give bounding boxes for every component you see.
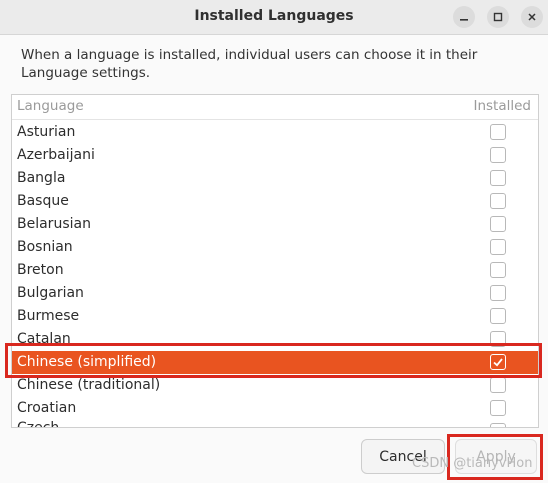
column-header-language[interactable]: Language xyxy=(17,98,84,114)
list-item[interactable]: Basque xyxy=(12,190,538,213)
close-button[interactable] xyxy=(521,6,543,28)
language-label: Czech xyxy=(17,420,60,428)
list-item[interactable]: Chinese (traditional) xyxy=(12,374,538,397)
installed-checkbox[interactable] xyxy=(490,400,506,416)
list-header: Language Installed xyxy=(12,95,538,120)
list-item[interactable]: Burmese xyxy=(12,305,538,328)
list-item[interactable]: Asturian xyxy=(12,121,538,144)
watermark: CSDN @tianyvHon xyxy=(412,456,533,471)
language-label: Belarusian xyxy=(17,216,91,232)
installed-checkbox[interactable] xyxy=(490,377,506,393)
list-item[interactable]: Bulgarian xyxy=(12,282,538,305)
installed-checkbox[interactable] xyxy=(490,331,506,347)
installed-checkbox[interactable] xyxy=(490,124,506,140)
language-label: Asturian xyxy=(17,124,76,140)
list-item[interactable]: Bosnian xyxy=(12,236,538,259)
list-item[interactable]: Belarusian xyxy=(12,213,538,236)
column-header-installed[interactable]: Installed xyxy=(473,98,531,114)
check-icon xyxy=(493,358,503,367)
installed-checkbox[interactable] xyxy=(490,193,506,209)
close-icon xyxy=(528,13,536,21)
installed-checkbox[interactable] xyxy=(490,239,506,255)
list-item[interactable]: Czech xyxy=(12,420,538,428)
installed-checkbox[interactable] xyxy=(490,354,506,370)
language-list[interactable]: Language Installed Asturian Azerbaijani Ba… xyxy=(11,94,539,428)
installed-checkbox[interactable] xyxy=(490,216,506,232)
title-bar: Installed Languages xyxy=(0,0,548,35)
installed-checkbox[interactable] xyxy=(490,308,506,324)
language-label: Basque xyxy=(17,193,69,209)
language-label: Bangla xyxy=(17,170,66,186)
language-label: Breton xyxy=(17,262,64,278)
maximize-button[interactable] xyxy=(487,6,509,28)
installed-checkbox[interactable] xyxy=(490,285,506,301)
list-item[interactable]: Bangla xyxy=(12,167,538,190)
language-label: Chinese (traditional) xyxy=(17,377,161,393)
list-item[interactable]: Catalan xyxy=(12,328,538,351)
language-label: Azerbaijani xyxy=(17,147,95,163)
list-item[interactable]: Breton xyxy=(12,259,538,282)
minimize-icon xyxy=(460,19,468,21)
language-rows: Asturian Azerbaijani Bangla Basque Belarusia… xyxy=(12,121,538,428)
installed-checkbox[interactable] xyxy=(490,170,506,186)
list-item[interactable]: Croatian xyxy=(12,397,538,420)
language-label: Bosnian xyxy=(17,239,73,255)
installed-checkbox[interactable] xyxy=(490,147,506,163)
language-label: Croatian xyxy=(17,400,77,416)
language-label: Bulgarian xyxy=(17,285,84,301)
minimize-button[interactable] xyxy=(453,6,475,28)
list-item[interactable]: Azerbaijani xyxy=(12,144,538,167)
language-label: Chinese (simplified) xyxy=(17,354,157,370)
maximize-icon xyxy=(493,12,503,22)
list-item[interactable]: Chinese (simplified) xyxy=(12,351,538,374)
description-text: When a language is installed, individual… xyxy=(21,47,478,81)
language-label: Burmese xyxy=(17,308,80,324)
language-label: Catalan xyxy=(17,331,71,347)
installed-checkbox[interactable] xyxy=(490,262,506,278)
installed-checkbox[interactable] xyxy=(490,423,506,427)
